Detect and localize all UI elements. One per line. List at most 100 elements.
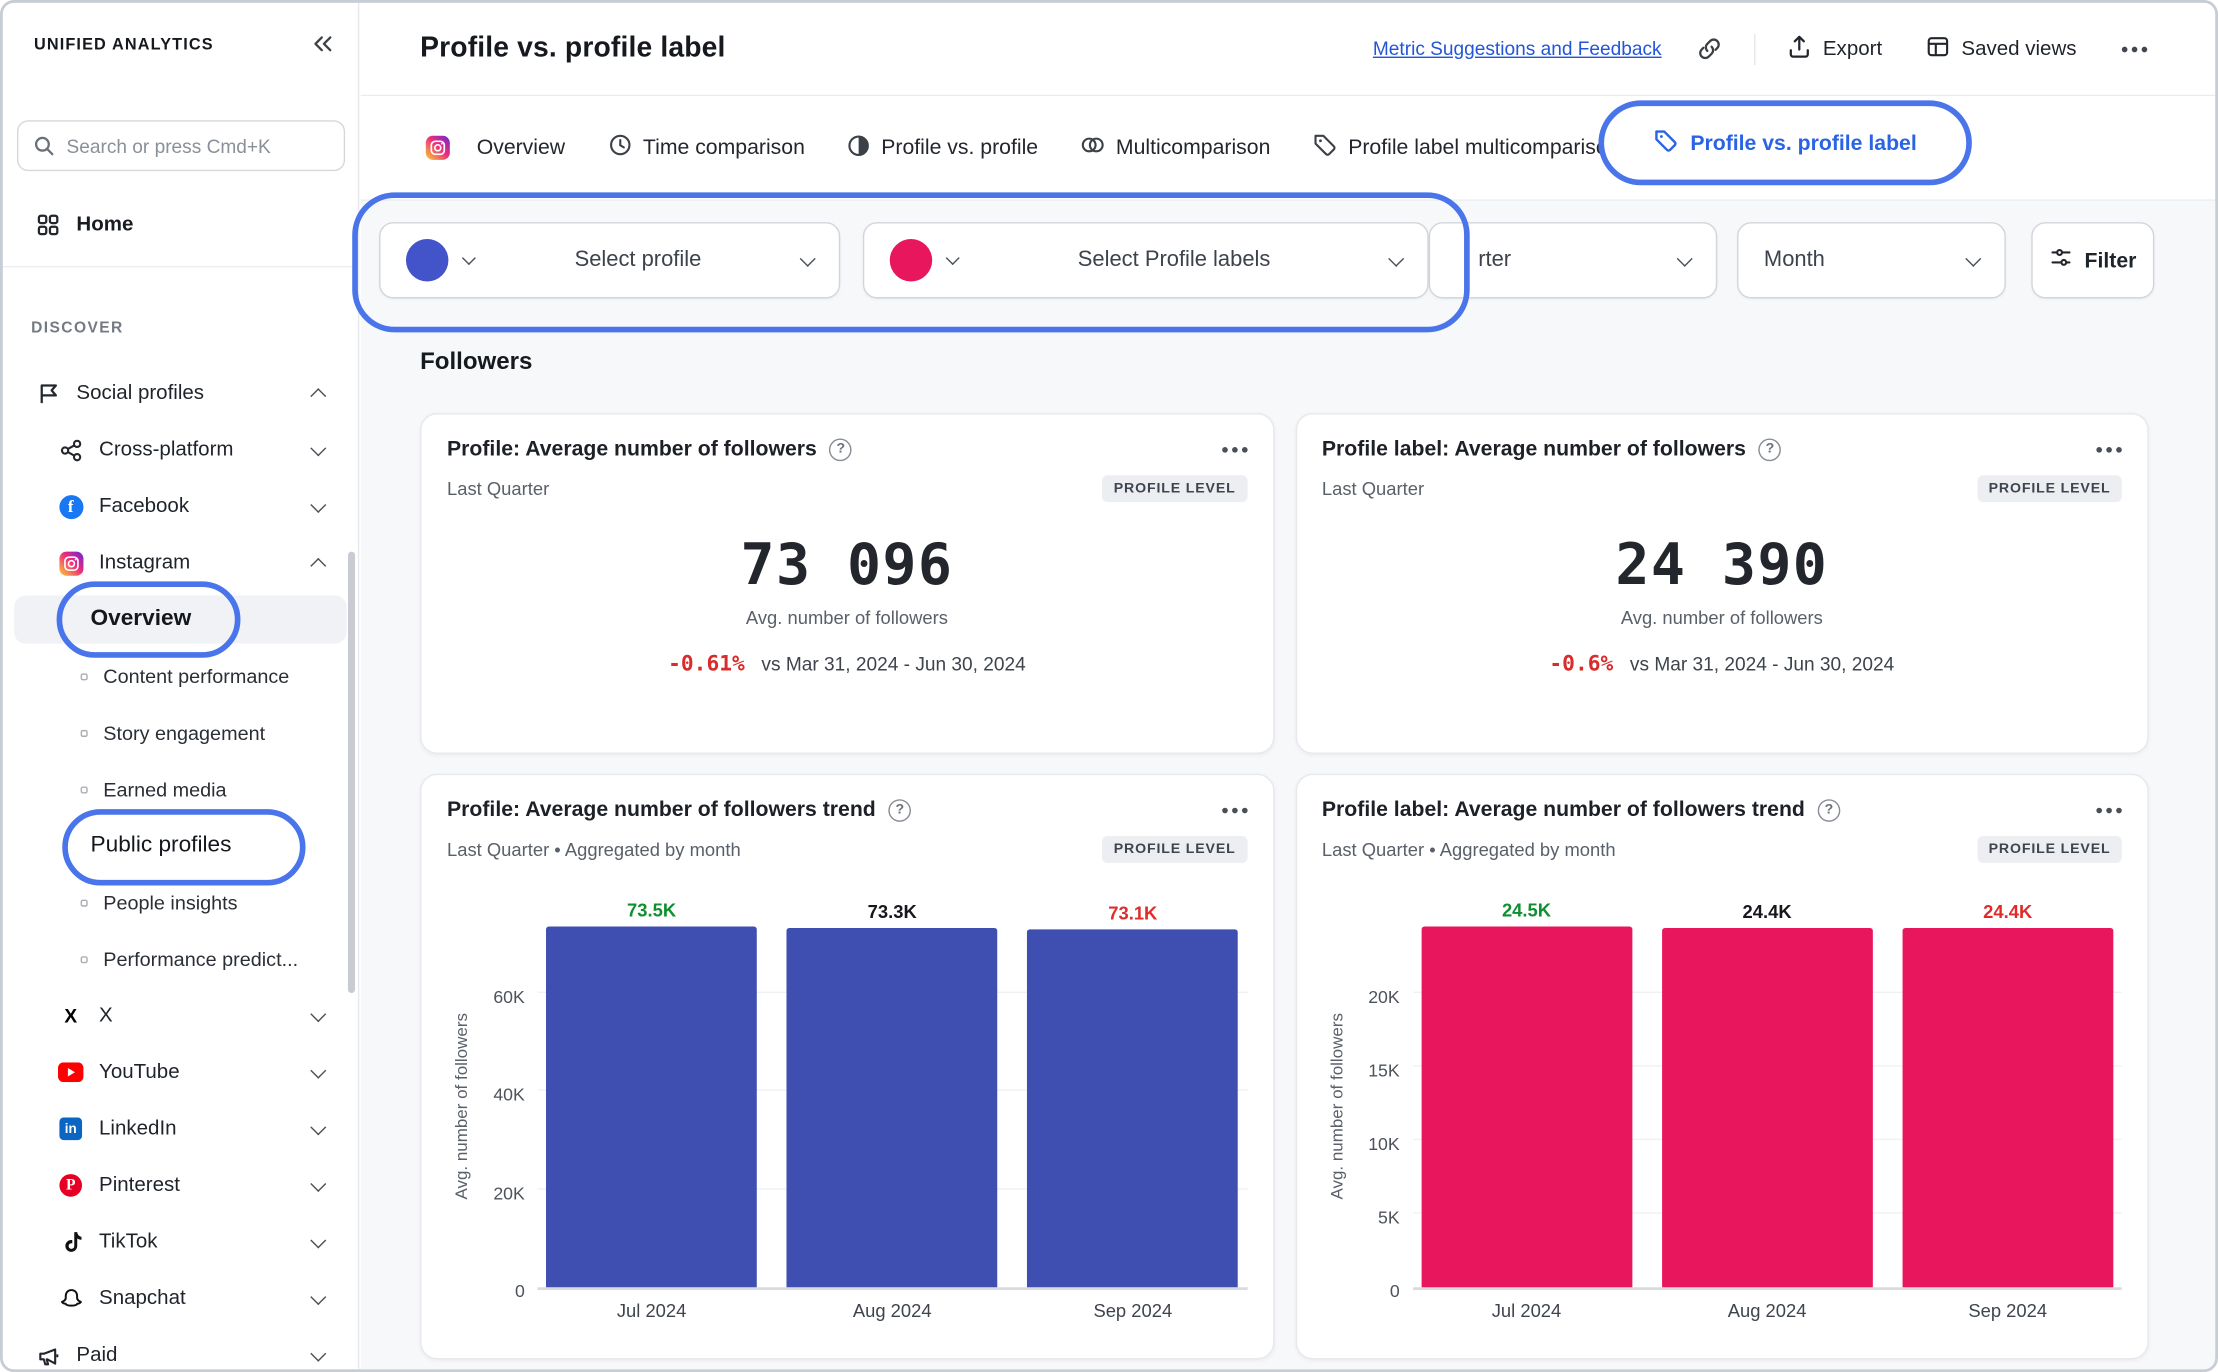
tab-profile-vs-profile[interactable]: Profile vs. profile: [847, 134, 1038, 162]
kpi-delta-row: -0.61% vs Mar 31, 2024 - Jun 30, 2024: [447, 651, 1247, 676]
profile-select[interactable]: Select profile: [379, 222, 840, 298]
chevron-down-icon: [310, 1175, 326, 1191]
bullet-icon: [81, 956, 88, 963]
bar: [787, 928, 998, 1287]
profile-level-badge: PROFILE LEVEL: [1977, 475, 2121, 502]
date-range-select[interactable]: rter: [1429, 222, 1718, 298]
help-icon[interactable]: ?: [1759, 438, 1782, 461]
card-title: Profile: Average number of followers: [447, 437, 817, 461]
sidebar-item-snapchat[interactable]: Snapchat: [3, 1270, 358, 1327]
sidebar-item-performance-prediction[interactable]: Performance predict...: [3, 931, 358, 988]
profile-select-label: Select profile: [474, 248, 802, 273]
bar-aug-2024[interactable]: 73.3K: [787, 901, 998, 1287]
x-axis-label: Jul 2024: [1421, 1300, 1632, 1321]
linkedin-icon: [57, 1117, 85, 1140]
sidebar-item-linkedin[interactable]: LinkedIn: [3, 1101, 358, 1158]
kpi-delta: -0.6%: [1549, 651, 1613, 676]
header-divider: [1754, 33, 1755, 64]
y-tick-label: 40K: [493, 1085, 524, 1105]
chevron-down-icon: [310, 496, 326, 512]
sidebar-scrollbar[interactable]: [348, 552, 355, 993]
card-period: Last Quarter • Aggregated by month: [447, 839, 741, 860]
help-icon[interactable]: ?: [1818, 799, 1841, 822]
bar-jul-2024[interactable]: 73.5K: [546, 900, 757, 1287]
sidebar-item-youtube[interactable]: YouTube: [3, 1044, 358, 1101]
bar-sep-2024[interactable]: 73.1K: [1027, 902, 1238, 1287]
bullet-icon: [81, 786, 88, 793]
sidebar-item-facebook[interactable]: Facebook: [3, 478, 358, 535]
y-tick-label: 60K: [493, 987, 524, 1007]
x-axis: Jul 2024Aug 2024Sep 2024: [538, 1300, 1247, 1321]
sidebar-header: UNIFIED ANALYTICS: [3, 3, 358, 88]
filter-button[interactable]: Filter: [2031, 222, 2154, 298]
kpi-value: 24 390: [1322, 533, 2122, 598]
x-axis-label: Aug 2024: [1662, 1300, 1873, 1321]
sidebar-item-home[interactable]: Home: [3, 202, 358, 247]
sidebar-item-story-engagement[interactable]: Story engagement: [3, 704, 358, 761]
saved-views-icon: [1925, 33, 1950, 64]
instagram-icon: [57, 551, 85, 575]
sidebar-item-people-insights[interactable]: People insights: [3, 874, 358, 931]
help-icon[interactable]: ?: [830, 438, 853, 461]
facebook-icon: [57, 494, 85, 518]
card-more-button[interactable]: [2096, 803, 2121, 817]
sidebar-item-paid[interactable]: Paid: [3, 1327, 358, 1369]
tab-profile-vs-profile-label[interactable]: Profile vs. profile label: [1598, 100, 1971, 185]
sidebar-item-content-performance[interactable]: Content performance: [3, 648, 358, 705]
card-more-button[interactable]: [1221, 442, 1246, 456]
bullet-icon: [81, 729, 88, 736]
chevron-down-icon: [310, 1006, 326, 1022]
sidebar-item-social-profiles[interactable]: Social profiles: [3, 365, 358, 422]
sidebar-item-overview[interactable]: Overview: [3, 591, 358, 648]
more-options-button[interactable]: [2119, 40, 2150, 57]
sidebar-item-x[interactable]: X: [3, 987, 358, 1044]
saved-views-button[interactable]: Saved views: [1925, 33, 2077, 64]
bar: [1902, 928, 2113, 1287]
sidebar-item-cross-platform[interactable]: Cross-platform: [3, 422, 358, 479]
tab-time-comparison[interactable]: Time comparison: [608, 133, 805, 163]
y-tick-label: 15K: [1368, 1061, 1399, 1081]
megaphone-icon: [34, 1343, 62, 1367]
bar-sep-2024[interactable]: 24.4K: [1902, 901, 2113, 1287]
card-more-button[interactable]: [2096, 442, 2121, 456]
collapse-sidebar-button[interactable]: [304, 25, 341, 66]
profile-level-badge: PROFILE LEVEL: [1102, 836, 1246, 863]
x-axis-label: Sep 2024: [1902, 1300, 2113, 1321]
pinterest-icon: [57, 1174, 85, 1197]
tab-overview[interactable]: Overview: [423, 136, 565, 160]
search-icon: [33, 134, 56, 164]
card-more-button[interactable]: [1221, 803, 1246, 817]
profile-level-badge: PROFILE LEVEL: [1977, 836, 2121, 863]
link-icon[interactable]: [1696, 35, 1723, 62]
half-circle-icon: [847, 134, 870, 162]
profile-labels-select[interactable]: Select Profile labels: [863, 222, 1429, 298]
more-icon: [2096, 807, 2102, 813]
sidebar-item-instagram[interactable]: Instagram: [3, 535, 358, 592]
label-color-swatch: [890, 239, 932, 281]
bar-value-label: 73.1K: [1108, 902, 1157, 923]
search-input[interactable]: [17, 120, 345, 171]
metric-suggestions-link[interactable]: Metric Suggestions and Feedback: [1373, 38, 1662, 59]
bar-jul-2024[interactable]: 24.5K: [1421, 900, 1632, 1287]
kpi-caption: Avg. number of followers: [447, 607, 1247, 628]
bar-chart-profile-followers-trend: Avg. number of followers 020K40K60K 73.5…: [447, 922, 1247, 1321]
bar-value-label: 73.3K: [868, 901, 917, 922]
page-header: Profile vs. profile label Metric Suggest…: [361, 3, 2215, 96]
sidebar-item-public-profiles[interactable]: Public profiles: [3, 818, 358, 875]
sidebar-item-tiktok[interactable]: TikTok: [3, 1214, 358, 1271]
x-axis-label: Sep 2024: [1027, 1300, 1238, 1321]
card-period: Last Quarter • Aggregated by month: [1322, 839, 1616, 860]
tab-multicomparison[interactable]: Multicomparison: [1081, 133, 1271, 163]
tab-profile-label-multicomparison[interactable]: Profile label multicomparison: [1313, 133, 1620, 163]
x-axis-label: Aug 2024: [787, 1300, 998, 1321]
help-icon[interactable]: ?: [888, 799, 911, 822]
y-tick-label: 20K: [1368, 987, 1399, 1007]
bar-value-label: 24.4K: [1743, 901, 1792, 922]
sidebar-item-pinterest[interactable]: Pinterest: [3, 1157, 358, 1214]
chevron-down-icon: [1965, 250, 1981, 266]
aggregation-select[interactable]: Month: [1737, 222, 2006, 298]
export-button[interactable]: Export: [1786, 33, 1882, 64]
sidebar-item-earned-media[interactable]: Earned media: [3, 761, 358, 818]
bar-aug-2024[interactable]: 24.4K: [1662, 901, 1873, 1287]
home-grid-icon: [34, 212, 62, 237]
